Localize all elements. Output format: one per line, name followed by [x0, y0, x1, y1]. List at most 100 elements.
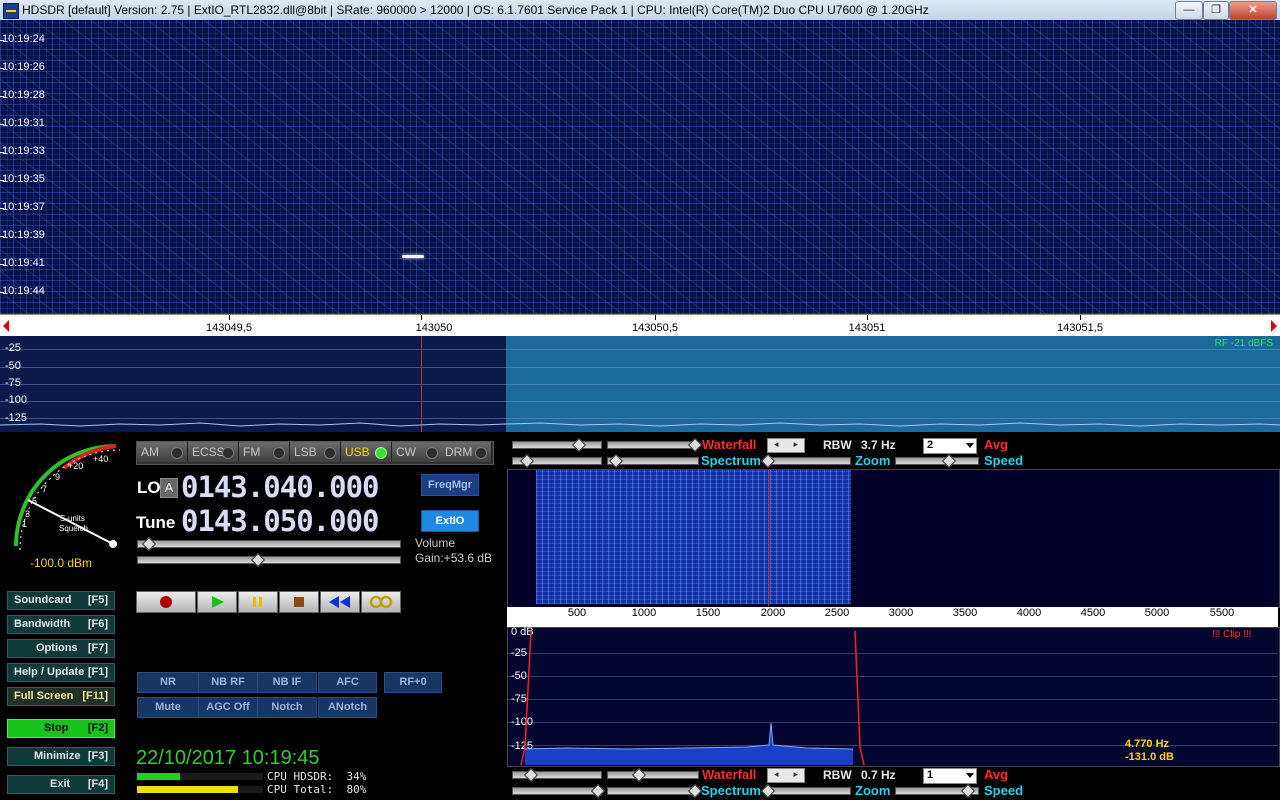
gain-slider[interactable] — [137, 556, 401, 564]
play-button[interactable] — [197, 591, 237, 613]
title-bar: HDSDR [default] Version: 2.75 | ExtIO_RT… — [0, 0, 1280, 21]
waterfall-timestamp: 10:19:31 — [0, 117, 45, 129]
agc-button[interactable]: AGC Off — [198, 697, 258, 718]
mode-fm-button[interactable]: FM — [239, 442, 290, 462]
waterfall-brightness-slider[interactable] — [607, 441, 699, 449]
close-window-button[interactable]: ✕ — [1229, 1, 1277, 20]
waterfall-timestamp: 10:19:28 — [0, 89, 45, 101]
pause-button[interactable] — [238, 591, 278, 613]
afc-button[interactable]: AFC — [318, 672, 377, 693]
led-icon — [426, 447, 438, 459]
scroll-right-icon[interactable] — [1271, 320, 1277, 332]
app-icon[interactable] — [3, 3, 19, 19]
speed-label: Speed — [984, 783, 1024, 798]
rbw-value: 3.7 Hz — [861, 438, 896, 452]
minimize-button[interactable]: Minimize [F3] — [7, 747, 115, 766]
help-update-button[interactable]: Help / Update [F1] — [7, 663, 115, 682]
tune-frequency-display[interactable]: 0143.050.000 — [181, 504, 380, 538]
led-icon — [171, 447, 183, 459]
cpu-hdsdr-bar — [137, 773, 180, 780]
rf-level-label: -50 — [5, 360, 21, 372]
spin-left-icon: ◂ — [774, 769, 779, 779]
record-button[interactable] — [136, 591, 196, 613]
signal-level-readout: -100.0 dBm — [30, 556, 93, 570]
full-screen-button[interactable]: Full Screen [F11] — [7, 687, 115, 706]
spectrum-contrast-slider[interactable] — [512, 787, 602, 795]
volume-label: Volume — [415, 536, 456, 550]
frequency-label: 143051,5 — [1057, 322, 1103, 334]
rbw-value: 0.7 Hz — [861, 768, 896, 782]
waterfall-label: Waterfall — [702, 767, 757, 782]
nr-button[interactable]: NR — [137, 672, 199, 693]
rewind-icon — [329, 596, 350, 608]
af-frequency-label: 5500 — [1209, 607, 1235, 619]
soundcard-button[interactable]: Soundcard [F5] — [7, 591, 115, 610]
options-button[interactable]: Options [F7] — [7, 639, 115, 658]
minimize-window-button[interactable]: — — [1175, 1, 1203, 20]
scroll-left-icon[interactable] — [3, 320, 9, 332]
nb-rf-button[interactable]: NB RF — [198, 672, 258, 693]
rf-spectrum[interactable]: -25 -50 -75 -100 -125 RF -21 dBFS — [0, 336, 1280, 432]
zoom-label: Zoom — [855, 453, 891, 468]
af-frequency-label: 2500 — [824, 607, 850, 619]
mute-button[interactable]: Mute — [137, 697, 199, 718]
smeter-needle — [27, 499, 114, 545]
freqmgr-button[interactable]: FreqMgr — [421, 474, 479, 496]
transport-controls — [136, 591, 401, 613]
spin-right-icon: ▸ — [793, 769, 798, 779]
waterfall-timestamp: 10:19:35 — [0, 173, 45, 185]
mode-am-button[interactable]: AM — [137, 442, 188, 462]
stop-recording-button[interactable] — [279, 591, 319, 613]
rf-level-label: -100 — [5, 394, 28, 406]
loop-button[interactable] — [361, 591, 401, 613]
chevron-down-icon — [966, 443, 974, 448]
zoom-slider[interactable] — [767, 787, 851, 795]
smeter-scale-label: 3 — [25, 509, 30, 519]
mode-lsb-button[interactable]: LSB — [290, 442, 341, 462]
af-frequency-label: 500 — [567, 607, 587, 619]
smeter-scale-label: 1 — [22, 519, 27, 529]
avg-select[interactable]: 1 — [923, 768, 977, 784]
rf-gain-button[interactable]: RF+0 — [384, 672, 442, 693]
af-marker — [768, 470, 769, 606]
avg-label: Avg — [984, 437, 1009, 452]
avg-select[interactable]: 2 — [923, 438, 977, 454]
extio-button[interactable]: ExtIO — [421, 510, 479, 532]
frequency-scale[interactable]: 143049,5 143050 143050,5 143051 143051,5 — [0, 314, 1280, 338]
af-frequency-label: 2000 — [760, 607, 786, 619]
maximize-window-button[interactable]: ❐ — [1203, 1, 1229, 20]
frequency-label: 143051 — [848, 322, 886, 334]
zoom-slider[interactable] — [767, 457, 851, 465]
stop-button[interactable]: Stop [F2] — [7, 719, 115, 738]
vfo-a-button[interactable]: A — [160, 478, 178, 498]
squelch-knob-icon[interactable] — [109, 540, 117, 548]
waterfall-contrast-slider[interactable] — [512, 441, 602, 449]
rf-noise-trace — [0, 422, 1280, 427]
notch-button[interactable]: Notch — [257, 697, 317, 718]
lo-label: LO — [137, 478, 161, 497]
anotch-button[interactable]: ANotch — [318, 697, 377, 718]
speed-slider[interactable] — [895, 457, 979, 465]
mode-ecss-button[interactable]: ECSS — [188, 442, 239, 462]
nb-if-button[interactable]: NB IF — [257, 672, 317, 693]
lo-frequency-display[interactable]: 0143.040.000 — [181, 470, 380, 504]
pause-icon — [253, 597, 262, 607]
exit-button[interactable]: Exit [F4] — [7, 775, 115, 794]
rbw-label: RBW — [823, 768, 852, 782]
mode-usb-button[interactable]: USB — [341, 442, 392, 462]
af-frequency-label: 3000 — [888, 607, 914, 619]
mode-cw-button[interactable]: CW — [392, 442, 443, 462]
rf-waterfall[interactable]: 10:19:24 10:19:26 10:19:28 10:19:31 10:1… — [0, 20, 1280, 314]
frequency-label: 143049,5 — [206, 322, 252, 334]
volume-slider[interactable] — [137, 540, 401, 548]
waterfall-spinner[interactable]: ◂ ▸ — [767, 768, 805, 783]
play-icon — [212, 596, 224, 608]
waterfall-brightness-slider[interactable] — [607, 771, 699, 779]
frequency-label: 143050,5 — [632, 322, 678, 334]
waterfall-spinner[interactable]: ◂ ▸ — [767, 438, 805, 453]
spectrum-brightness-slider[interactable] — [607, 787, 699, 795]
rewind-button[interactable] — [320, 591, 360, 613]
waterfall-label: Waterfall — [702, 437, 757, 452]
mode-drm-button[interactable]: DRM — [441, 442, 492, 462]
bandwidth-button[interactable]: Bandwidth [F6] — [7, 615, 115, 634]
